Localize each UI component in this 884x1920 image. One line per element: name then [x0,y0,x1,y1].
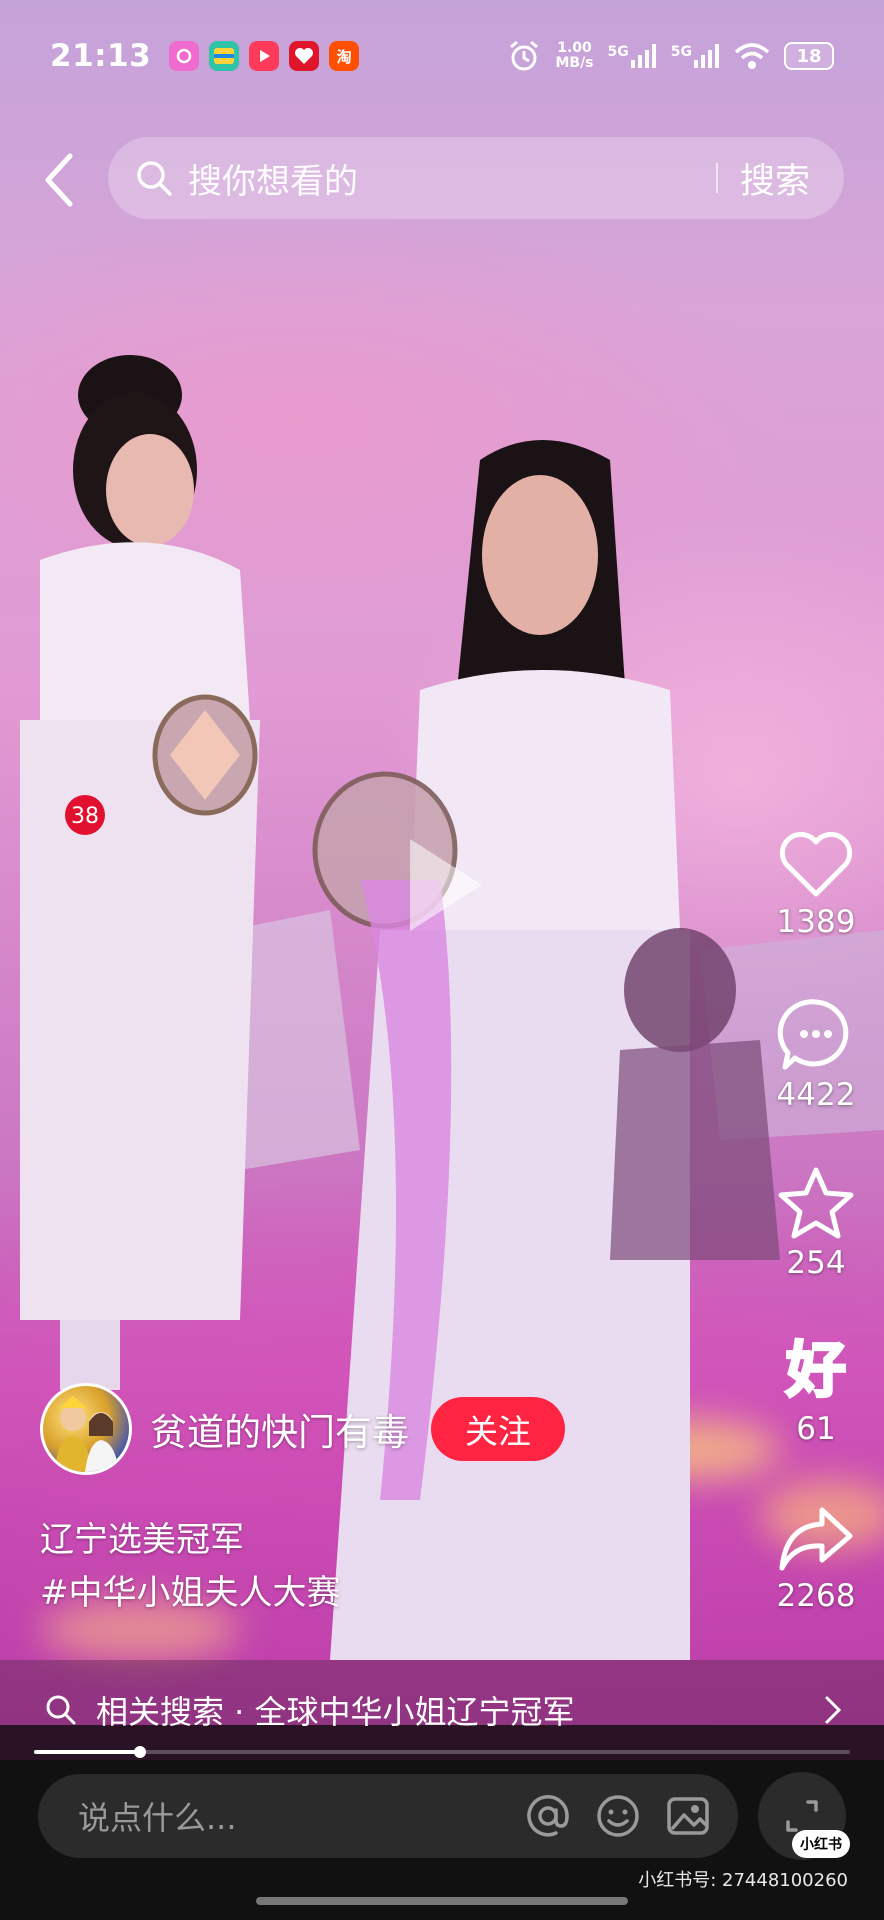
alarm-icon [510,40,539,71]
good-icon[interactable]: 好 [785,1335,848,1408]
chevron-right-icon[interactable] [822,1693,844,1727]
search-icon [137,161,172,196]
video-progress-handle[interactable] [134,1746,147,1758]
like-count: 1389 [776,904,856,940]
post-caption: 辽宁选美冠军 #中华小姐夫人大赛 [40,1514,341,1620]
signal-5g-2: 5G [671,44,720,68]
at-mention-icon[interactable] [524,1792,572,1840]
caption-text: 辽宁选美冠军 [40,1520,244,1560]
app-logo: 小红书 [792,1830,850,1858]
share-arrow-icon[interactable] [776,1502,856,1574]
search-button[interactable]: 搜索 [740,153,810,204]
network-speed: 1.00 MB/s [555,41,593,71]
avatar[interactable] [40,1383,132,1475]
search-input[interactable]: 搜你想看的 [188,154,716,203]
contestant-badge: 38 [71,804,99,829]
signal-bars-icon [694,44,719,68]
sheets-app-icon [209,41,240,71]
notification-icons: 淘 [169,41,360,71]
network-speed-value: 1.00 [557,40,592,56]
good-action[interactable]: 好 61 [770,1335,862,1448]
collect-count: 254 [786,1245,846,1281]
video-progress-bar[interactable] [34,1746,850,1758]
taobao-app-icon: 淘 [329,41,360,71]
watermark-id: 小红书号: 27448100260 [638,1870,848,1891]
search-icon [46,1695,76,1725]
search-divider [715,163,718,193]
hashtag-link[interactable]: #中华小姐夫人大赛 [40,1567,341,1620]
camera-app-icon [169,41,200,71]
share-action[interactable]: 2268 [770,1502,862,1614]
home-indicator[interactable] [256,1897,628,1905]
follow-button[interactable]: 关注 [431,1397,565,1461]
play-icon[interactable] [380,825,500,945]
related-search-text[interactable]: 相关搜索 · 全球中华小姐辽宁冠军 [96,1687,822,1733]
avatar-image [55,1396,119,1472]
image-icon[interactable] [664,1792,712,1840]
good-count: 61 [796,1411,836,1447]
heart-icon[interactable] [777,830,855,900]
author-row: 贫道的快门有毒 关注 [40,1383,565,1475]
clock: 21:13 [50,38,152,74]
signal-5g-1: 5G [608,44,657,68]
video-app-icon [249,41,280,71]
battery-level: 18 [796,45,822,67]
status-bar: 21:13 淘 1.00 MB/s 5G 5G 18 [0,30,884,82]
network-speed-unit: MB/s [555,55,594,71]
network-type-label: 5G [607,44,629,60]
collect-action[interactable]: 254 [770,1165,862,1281]
heart-app-icon [289,41,320,71]
share-count: 2268 [776,1578,856,1614]
battery-indicator: 18 [784,42,834,70]
search-bar[interactable]: 搜你想看的 搜索 [108,137,844,219]
related-search-bar[interactable]: 相关搜索 · 全球中华小姐辽宁冠军 [0,1660,884,1760]
wifi-icon [734,43,770,69]
emoji-icon[interactable] [594,1792,642,1840]
like-action[interactable]: 1389 [770,830,862,940]
comment-bubble-icon[interactable] [777,997,855,1073]
signal-bars-icon [630,44,656,68]
comment-input[interactable]: 说点什么... [38,1774,738,1858]
taobao-glyph: 淘 [336,47,352,66]
system-status: 1.00 MB/s 5G 5G 18 [507,39,834,73]
comment-action[interactable]: 4422 [770,997,862,1113]
author-name[interactable]: 贫道的快门有毒 [150,1402,409,1456]
video-progress-fill [34,1750,141,1754]
comment-placeholder: 说点什么... [78,1799,237,1837]
network-type-label: 5G [670,44,692,60]
back-arrow-icon[interactable] [40,150,80,210]
star-icon[interactable] [776,1165,856,1241]
comment-count: 4422 [776,1077,856,1113]
